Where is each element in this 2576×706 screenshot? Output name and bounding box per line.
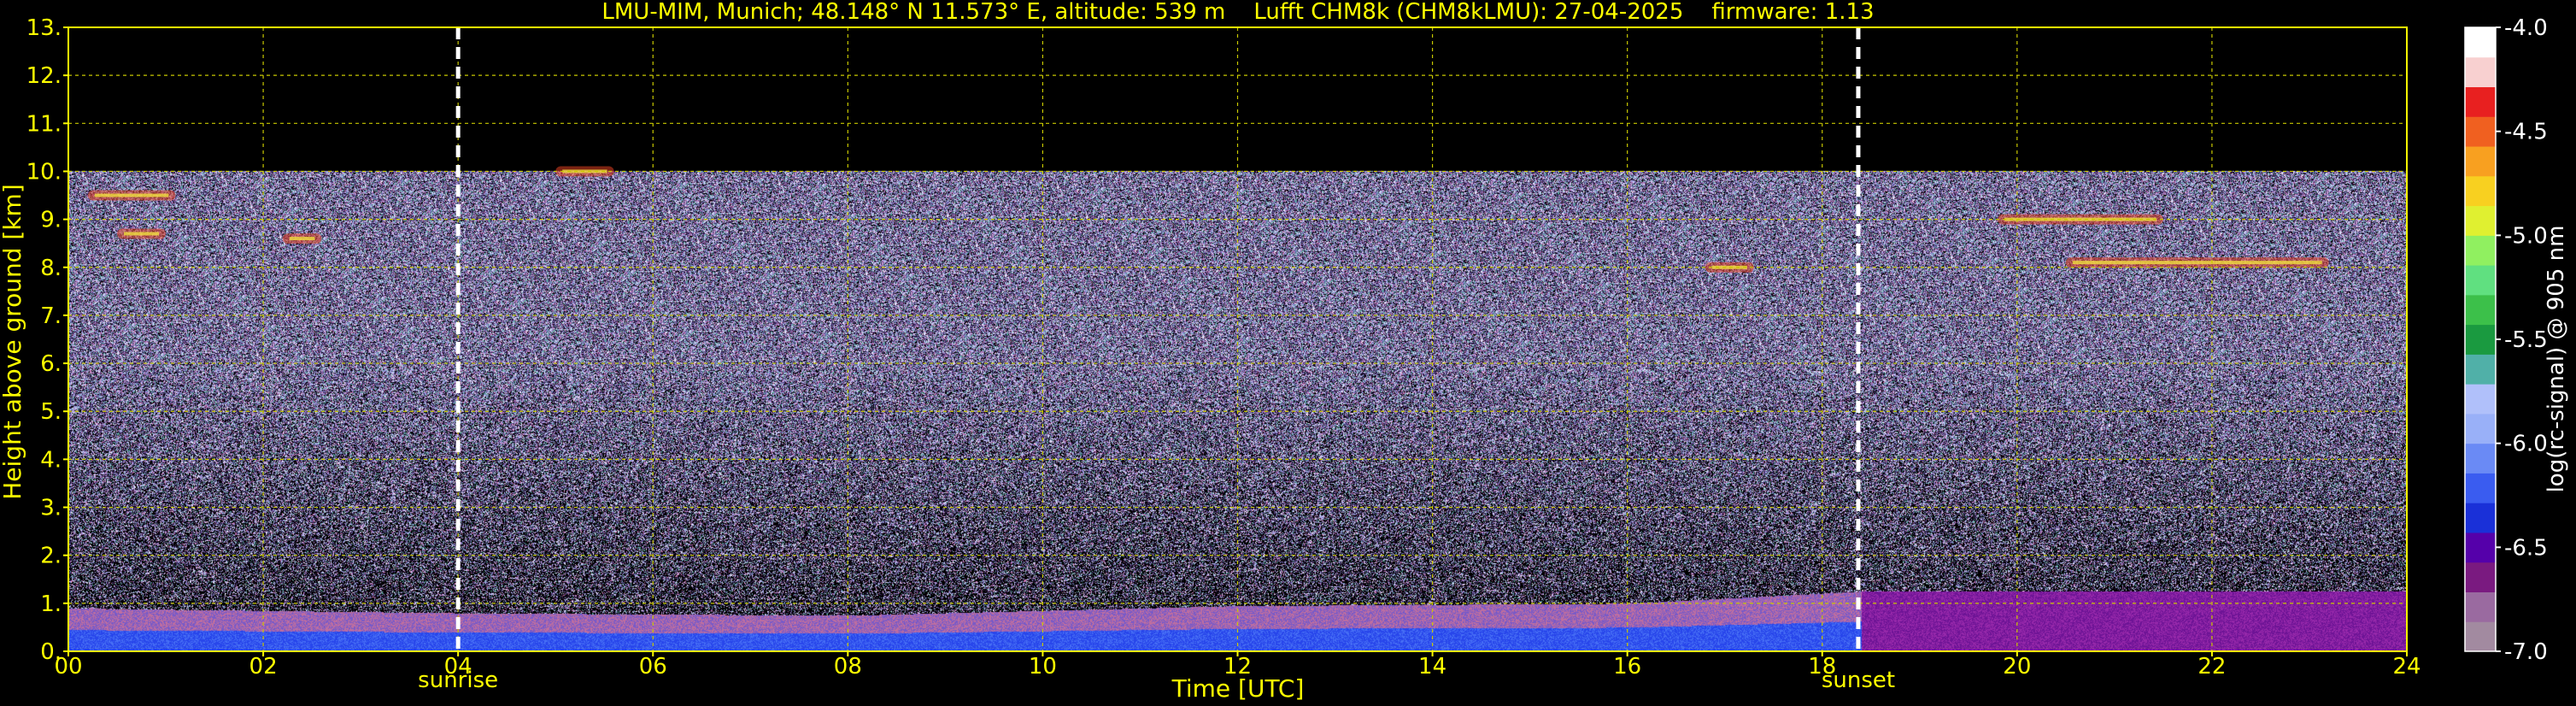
x-tick-label: 02: [249, 654, 278, 680]
colorbar-segment: [2465, 146, 2496, 177]
x-tick-label: 18: [1808, 654, 1836, 680]
colorbar-segment: [2465, 86, 2496, 117]
colorbar-segment: [2465, 205, 2496, 236]
colorbar-segment: [2465, 27, 2496, 58]
y-tick-label: 2.: [40, 544, 62, 569]
colorbar-label: log(rc-signal) @ 905 nm: [2544, 226, 2569, 493]
y-tick-label: 5.: [40, 399, 62, 425]
y-tick-label: 10.: [26, 159, 62, 185]
y-tick-label: 6.: [40, 351, 62, 377]
y-axis-label: Height above ground [km]: [0, 184, 26, 500]
colorbar-tick-label: -6.0: [2504, 432, 2548, 457]
y-tick-label: 9.: [40, 208, 62, 233]
y-tick-label: 12.: [26, 63, 62, 89]
y-tick-label: 4.: [40, 447, 62, 473]
lidar-chart: sunrise sunset 00 02 04 06 08 10 12 14 16 18 20 22 24…: [0, 0, 2569, 703]
colorbar-segment: [2465, 294, 2496, 326]
colorbar-segment: [2465, 591, 2496, 622]
colorbar-tick-label: -5.5: [2504, 327, 2548, 353]
colorbar-tick-label: -5.0: [2504, 223, 2548, 249]
x-axis-label: Time [UTC]: [1171, 674, 1305, 703]
colorbar-segment: [2465, 621, 2496, 652]
x-tick-label: 10: [1029, 654, 1057, 680]
y-tick-label: 7.: [40, 303, 62, 329]
x-tick-label: 14: [1418, 654, 1446, 680]
cloud-feature-core: [2072, 261, 2322, 265]
cloud-feature-core: [94, 193, 169, 197]
x-tick-label: 22: [2198, 654, 2226, 680]
colorbar-tick-label: -4.0: [2504, 15, 2548, 41]
y-tick-label: 3.: [40, 496, 62, 521]
colorbar-segment: [2465, 354, 2496, 385]
plot-area: [68, 27, 2407, 651]
backscatter-field: [68, 27, 2407, 651]
colorbar: -4.0 -4.5 -5.0 -5.5 -6.0 -6.5 -7.0: [2464, 15, 2548, 665]
colorbar-segment: [2465, 235, 2496, 266]
colorbar-segment: [2465, 413, 2496, 444]
colorbar-segment: [2465, 56, 2496, 88]
x-tick-label: 04: [444, 654, 472, 680]
y-tick-label: 13.: [26, 15, 62, 41]
x-tick-label: 24: [2392, 654, 2421, 680]
colorbar-segment: [2465, 175, 2496, 207]
y-tick-label: 1.: [40, 591, 62, 617]
colorbar-segment: [2465, 265, 2496, 296]
cloud-feature-core: [124, 232, 160, 236]
colorbar-segment: [2465, 473, 2496, 503]
x-tick-label: 20: [2003, 654, 2031, 680]
colorbar-tick-label: -7.0: [2504, 639, 2548, 665]
colorbar-tick-label: -6.5: [2504, 535, 2548, 561]
x-tick-label: 16: [1613, 654, 1641, 680]
colorbar-tick-label: -4.5: [2504, 120, 2548, 145]
cloud-feature-core: [289, 237, 315, 241]
colorbar-segment: [2465, 384, 2496, 415]
y-tick-label: 8.: [40, 256, 62, 281]
colorbar-segment: [2465, 532, 2496, 563]
colorbar-segment: [2465, 324, 2496, 355]
colorbar-segment: [2465, 503, 2496, 533]
colorbar-segment: [2465, 116, 2496, 147]
colorbar-segment: [2465, 562, 2496, 592]
x-tick-label: 08: [834, 654, 862, 680]
y-tick-label: 11.: [26, 111, 62, 137]
chart-title: LMU-MIM, Munich; 48.148° N 11.573° E, al…: [601, 0, 1874, 25]
y-tick-label: 0.: [40, 639, 62, 665]
colorbar-segment: [2465, 443, 2496, 474]
x-tick-label: 06: [639, 654, 667, 680]
